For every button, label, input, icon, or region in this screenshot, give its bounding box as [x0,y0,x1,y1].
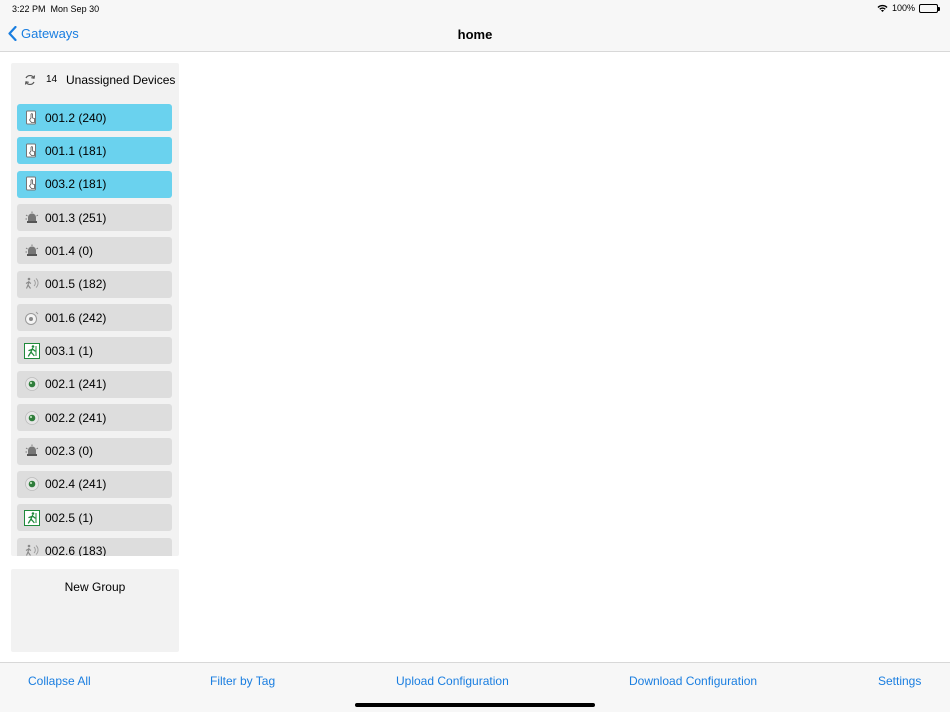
tablet-touch-icon [23,175,41,193]
device-label: 001.6 (242) [45,310,107,325]
device-label: 003.1 (1) [45,343,94,358]
device-item[interactable]: 002.6 (183) [17,537,172,556]
exit-sign-icon [23,342,41,360]
device-label: 001.5 (182) [45,277,107,292]
group-header[interactable]: 14 Unassigned Devices [11,63,179,97]
device-item[interactable]: 002.2 (241) [17,404,172,432]
new-group-panel[interactable]: New Group [11,569,179,652]
device-label: 002.5 (1) [45,510,94,525]
device-item[interactable]: 001.4 (0) [17,237,172,265]
device-label: 001.1 (181) [45,143,107,158]
tablet-touch-icon [23,142,41,160]
device-label: 002.3 (0) [45,444,94,458]
device-label: 002.2 (241) [45,410,107,425]
wifi-icon [877,4,888,12]
device-count: 14 [46,74,58,85]
light-fixture-icon [23,375,41,393]
device-item[interactable]: 001.1 (181) [17,137,172,165]
main-content: 14 Unassigned Devices 001.2 (240) 001.1 (… [0,52,950,662]
page-title: home [457,27,493,42]
status-bar: 3:22 PM Mon Sep 30 100% [0,0,950,18]
siren-icon [23,242,41,260]
refresh-icon[interactable] [23,73,37,87]
device-item[interactable]: 002.5 (1) [17,504,172,532]
device-label: 002.6 (183) [45,544,107,556]
group-title: Unassigned Devices [66,73,176,87]
tablet-touch-icon [23,109,41,127]
status-date: Mon Sep 30 [50,4,100,14]
status-indicators: 100% [877,3,940,13]
device-item[interactable]: 001.3 (251) [17,204,172,232]
device-item[interactable]: 001.2 (240) [17,104,172,131]
motion-sensor-icon [23,275,41,293]
collapse-all-button[interactable]: Collapse All [28,674,91,688]
device-label: 001.3 (251) [45,210,107,225]
navigation-bar: Gateways home [0,18,950,52]
device-label: 002.4 (241) [45,477,107,492]
new-group-label: New Group [64,580,126,594]
filter-by-tag-button[interactable]: Filter by Tag [210,674,275,688]
device-item[interactable]: 002.3 (0) [17,437,172,465]
siren-icon [23,442,41,460]
settings-button[interactable]: Settings [878,674,921,688]
smoke-detector-icon [23,309,41,327]
device-item[interactable]: 003.2 (181) [17,170,172,198]
light-fixture-icon [23,475,41,493]
device-item[interactable]: 002.4 (241) [17,470,172,498]
device-item[interactable]: 001.6 (242) [17,304,172,332]
exit-sign-icon [23,509,41,527]
download-configuration-button[interactable]: Download Configuration [629,674,757,688]
device-label: 002.1 (241) [45,377,107,392]
status-time: 3:22 PM Mon Sep 30 [12,4,100,14]
device-label: 001.2 (240) [45,110,107,125]
upload-configuration-button[interactable]: Upload Configuration [396,674,509,688]
device-item[interactable]: 002.1 (241) [17,370,172,398]
device-label: 003.2 (181) [45,177,107,192]
device-label: 001.4 (0) [45,243,94,258]
light-fixture-icon [23,409,41,427]
battery-icon [919,3,940,13]
battery-percent: 100% [891,3,915,13]
group-panel-unassigned: 14 Unassigned Devices 001.2 (240) 001.1 (… [11,63,179,556]
device-item[interactable]: 003.1 (1) [17,337,172,365]
motion-sensor-icon [23,542,41,556]
device-item[interactable]: 001.5 (182) [17,270,172,298]
home-indicator [355,703,595,707]
siren-icon [23,209,41,227]
